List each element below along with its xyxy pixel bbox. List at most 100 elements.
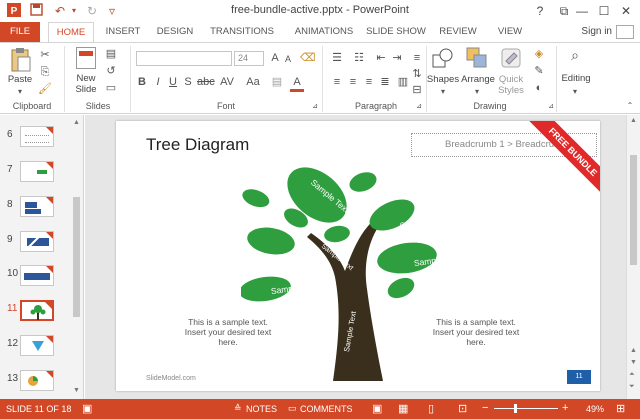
- shadow-icon[interactable]: S: [182, 75, 194, 89]
- text-direction-icon[interactable]: ⇅: [410, 67, 424, 81]
- columns-icon[interactable]: ▥: [396, 75, 410, 89]
- paragraph-dialog-icon[interactable]: ⊿: [414, 100, 424, 114]
- scroll-thumb[interactable]: [73, 197, 80, 317]
- paste-button[interactable]: Paste: [4, 74, 36, 85]
- paste-icon[interactable]: [10, 47, 32, 73]
- slide-thumbnail-9[interactable]: [20, 231, 54, 252]
- tab-review[interactable]: REVIEW: [432, 22, 484, 42]
- slide-thumbnail-11[interactable]: [20, 300, 54, 321]
- align-left-icon[interactable]: ≡: [330, 75, 344, 89]
- slide[interactable]: Tree Diagram Breadcrumb 1 > Breadcrumb F…: [116, 121, 600, 391]
- scroll-thumb[interactable]: [630, 155, 637, 265]
- notes-icon[interactable]: ≙: [234, 403, 242, 414]
- grow-font-icon[interactable]: A: [268, 51, 282, 65]
- thumbnails-scrollbar[interactable]: ▲ ▼: [71, 117, 82, 397]
- slide-thumbnail-8[interactable]: [20, 196, 54, 217]
- scroll-down-icon[interactable]: ▲: [630, 347, 637, 354]
- slide-title[interactable]: Tree Diagram: [146, 135, 249, 155]
- increase-indent-icon[interactable]: ⇥: [390, 51, 404, 65]
- editing-dropdown-icon[interactable]: ▾: [568, 85, 582, 99]
- zoom-in-icon[interactable]: +: [562, 402, 568, 414]
- left-text-box[interactable]: This is a sample text. Insert your desir…: [168, 317, 288, 347]
- shape-fill-icon[interactable]: ◈: [532, 47, 546, 61]
- editing-button[interactable]: Editing: [556, 73, 596, 84]
- comments-button[interactable]: COMMENTS: [300, 404, 353, 414]
- reset-icon[interactable]: ↺: [104, 64, 118, 78]
- align-right-icon[interactable]: ≡: [362, 75, 376, 89]
- numbering-icon[interactable]: ☷: [352, 51, 366, 65]
- underline-icon[interactable]: U: [167, 75, 179, 89]
- tab-home[interactable]: HOME: [48, 22, 94, 42]
- clear-format-icon[interactable]: ⌫: [300, 51, 316, 65]
- comments-icon[interactable]: ▭: [288, 403, 297, 414]
- arrange-dropdown-icon[interactable]: ▾: [470, 85, 484, 99]
- account-icon[interactable]: [616, 25, 634, 39]
- zoom-slider[interactable]: [494, 408, 558, 409]
- scroll-up-icon[interactable]: ▲: [630, 117, 637, 124]
- font-dialog-icon[interactable]: ⊿: [310, 100, 320, 114]
- slide-thumbnail-7[interactable]: [20, 161, 54, 182]
- justify-icon[interactable]: ≣: [378, 75, 392, 89]
- help-button[interactable]: ?: [530, 2, 550, 20]
- right-text-box[interactable]: This is a sample text. Insert your desir…: [416, 317, 536, 347]
- shape-effects-icon[interactable]: ◐: [532, 81, 546, 95]
- decrease-indent-icon[interactable]: ⇤: [374, 51, 388, 65]
- slide-show-icon[interactable]: ⊡: [458, 402, 467, 415]
- highlight-icon[interactable]: ▤: [270, 75, 284, 89]
- scroll-up-icon[interactable]: ▲: [73, 119, 80, 126]
- section-icon[interactable]: ▭: [104, 81, 118, 95]
- zoom-out-icon[interactable]: −: [482, 402, 488, 414]
- tab-design[interactable]: DESIGN: [152, 22, 198, 42]
- next-slide-icon[interactable]: ⏷: [629, 383, 635, 391]
- shapes-button[interactable]: Shapes: [426, 74, 460, 85]
- quick-styles-button[interactable]: Quick: [494, 74, 528, 85]
- close-button[interactable]: ✕: [616, 2, 636, 20]
- notes-button[interactable]: NOTES: [246, 404, 277, 414]
- arrange-button[interactable]: Arrange: [460, 74, 496, 85]
- copy-icon[interactable]: ⎘: [38, 65, 52, 79]
- spelling-icon[interactable]: ▣: [82, 402, 92, 415]
- collapse-ribbon-icon[interactable]: ⌃: [624, 99, 636, 113]
- zoom-slider-thumb[interactable]: [514, 404, 517, 413]
- align-text-icon[interactable]: ⊟: [410, 83, 424, 97]
- slide-sorter-icon[interactable]: ▦: [398, 402, 408, 415]
- quick-styles-icon[interactable]: [500, 47, 522, 69]
- slide-thumbnail-13[interactable]: [20, 370, 54, 391]
- align-center-icon[interactable]: ≡: [346, 75, 360, 89]
- sign-in-link[interactable]: Sign in: [581, 26, 612, 37]
- scroll-down-icon[interactable]: ▼: [73, 387, 80, 394]
- char-spacing-icon[interactable]: AV: [220, 75, 234, 89]
- tab-view[interactable]: VIEW: [490, 22, 530, 42]
- bold-icon[interactable]: B: [136, 75, 148, 89]
- normal-view-icon[interactable]: ▣: [372, 402, 382, 415]
- font-size-combo[interactable]: 24: [234, 51, 264, 66]
- new-slide-button[interactable]: New: [70, 73, 102, 84]
- reading-view-icon[interactable]: ▯: [428, 402, 434, 415]
- shapes-dropdown-icon[interactable]: ▾: [436, 85, 450, 99]
- tab-slide-show[interactable]: SLIDE SHOW: [366, 22, 426, 42]
- maximize-button[interactable]: ☐: [594, 2, 614, 20]
- scroll-down-icon[interactable]: ▼: [630, 359, 637, 366]
- prev-slide-icon[interactable]: ⏶: [629, 371, 635, 379]
- cut-icon[interactable]: ✂: [38, 48, 52, 62]
- canvas-scrollbar[interactable]: ▲ ▲ ▼ ⏶ ⏷: [626, 115, 640, 399]
- slide-thumbnail-12[interactable]: [20, 335, 54, 356]
- font-color-icon[interactable]: A: [290, 75, 304, 92]
- binoculars-icon[interactable]: ⌕: [566, 48, 584, 62]
- slide-thumbnail-6[interactable]: [20, 126, 54, 147]
- arrange-icon[interactable]: [466, 47, 488, 69]
- new-slide-icon[interactable]: [76, 47, 96, 69]
- ribbon-display-button[interactable]: ⧉: [554, 2, 574, 20]
- format-painter-icon[interactable]: 🖌: [38, 82, 52, 96]
- fit-slide-icon[interactable]: ⊞: [616, 402, 625, 415]
- strikethrough-icon[interactable]: abc: [197, 75, 215, 89]
- drawing-dialog-icon[interactable]: ⊿: [546, 100, 556, 114]
- shrink-font-icon[interactable]: A: [282, 52, 294, 66]
- zoom-level[interactable]: 49%: [586, 404, 604, 414]
- shapes-icon[interactable]: [432, 47, 454, 69]
- shape-outline-icon[interactable]: ✎: [532, 64, 546, 78]
- tab-insert[interactable]: INSERT: [100, 22, 146, 42]
- italic-icon[interactable]: I: [152, 75, 164, 89]
- slide-thumbnail-10[interactable]: [20, 265, 54, 286]
- tab-transitions[interactable]: TRANSITIONS: [204, 22, 280, 42]
